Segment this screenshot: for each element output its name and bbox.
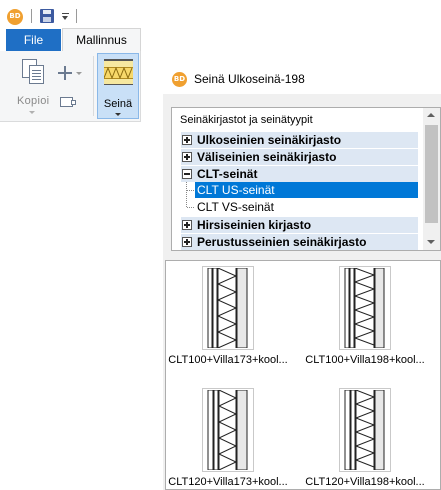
scroll-down-icon[interactable] <box>427 240 435 244</box>
quick-access-toolbar: BD <box>0 0 441 28</box>
dialog-titlebar: BD Seinä Ulkoseinä-198 <box>163 64 441 94</box>
wall-type-label: CLT100+Villa198+kool... <box>305 354 425 366</box>
tree-item-label: Hirsiseinien kirjasto <box>197 218 312 232</box>
library-tree[interactable]: Seinäkirjastot ja seinätyypit Ulkoseinie… <box>171 107 441 251</box>
expand-icon[interactable] <box>182 135 192 145</box>
customize-toolbar-dropdown-icon[interactable] <box>61 10 70 22</box>
separator <box>31 9 32 23</box>
tree-item-label: Ulkoseinien seinäkirjasto <box>197 133 342 147</box>
chevron-down-icon[interactable] <box>115 113 121 116</box>
tree-item-valiseinien[interactable]: Väliseinien seinäkirjasto <box>181 149 418 165</box>
seina-button[interactable]: Seinä <box>97 53 139 119</box>
tree-item-ulkoseinien[interactable]: Ulkoseinien seinäkirjasto <box>181 132 418 148</box>
dialog-title: Seinä Ulkoseinä-198 <box>194 72 305 86</box>
move-icon[interactable] <box>58 66 72 80</box>
tree-item-label: CLT VS-seinät <box>197 200 274 214</box>
copy-icon[interactable] <box>20 59 50 85</box>
tree-item-hirsiseinien[interactable]: Hirsiseinien kirjasto <box>181 217 418 233</box>
tree-scrollbar[interactable] <box>423 108 440 250</box>
scroll-thumb[interactable] <box>425 125 438 223</box>
wall-section-image <box>303 266 427 350</box>
wall-section-image <box>303 388 427 472</box>
tree-item-label: Perustusseinien seinäkirjasto <box>197 235 367 249</box>
wall-type-label: CLT120+Villa198+kool... <box>305 476 425 488</box>
chevron-down-icon[interactable] <box>76 72 82 75</box>
tree-item-perustusseinien[interactable]: Perustusseinien seinäkirjasto <box>181 234 418 250</box>
collapse-icon[interactable] <box>182 169 192 179</box>
wall-section-image <box>166 266 290 350</box>
chevron-down-icon[interactable] <box>29 111 35 114</box>
tree-header: Seinäkirjastot ja seinätyypit <box>180 114 313 126</box>
scroll-up-icon[interactable] <box>427 113 435 117</box>
copy-to-layer-icon[interactable] <box>60 97 76 107</box>
tree-item-label: Väliseinien seinäkirjasto <box>197 150 337 164</box>
wall-type-label: CLT120+Villa173+kool... <box>168 476 288 488</box>
tab-file[interactable]: File <box>6 29 61 51</box>
seina-button-label: Seinä <box>103 98 133 110</box>
wall-section-image <box>166 388 290 472</box>
ribbon-separator <box>93 56 94 116</box>
tab-mallinnus[interactable]: Mallinnus <box>62 28 141 52</box>
wall-type-gallery: CLT100+Villa173+kool... CLT100+Villa198+… <box>165 260 441 490</box>
wall-type-label: CLT100+Villa173+kool... <box>168 354 288 366</box>
app-logo-icon: BD <box>172 72 187 87</box>
expand-icon[interactable] <box>182 220 192 230</box>
tree-item-clt-vs-seinat[interactable]: CLT VS-seinät <box>181 199 418 215</box>
kopioi-group-label: Kopioi <box>17 95 50 107</box>
tree-item-label: CLT US-seinät <box>195 182 418 198</box>
ribbon-panel: Kopioi Seinä <box>0 51 141 122</box>
tree-item-clt-seinat[interactable]: CLT-seinät <box>181 166 418 182</box>
expand-icon[interactable] <box>182 152 192 162</box>
wall-dialog: BD Seinä Ulkoseinä-198 Seinäkirjastot ja… <box>163 64 441 490</box>
tree-item-clt-us-seinat[interactable]: CLT US-seinät <box>181 182 418 198</box>
tree-item-label: CLT-seinät <box>197 167 258 181</box>
expand-icon[interactable] <box>182 237 192 247</box>
wall-icon <box>104 59 133 85</box>
app-logo-icon[interactable]: BD <box>7 9 23 25</box>
separator <box>76 9 77 23</box>
save-icon[interactable] <box>40 9 54 23</box>
